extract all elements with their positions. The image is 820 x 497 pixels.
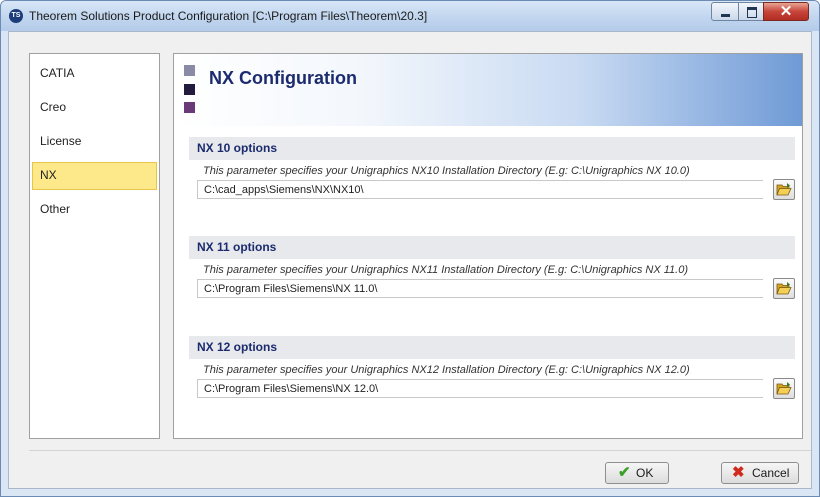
section-description: This parameter specifies your Unigraphic… <box>203 264 689 276</box>
ok-button[interactable]: ✔ OK <box>605 462 669 484</box>
sidebar-item-nx[interactable]: NX <box>32 162 157 190</box>
sidebar-item-other[interactable]: Other <box>32 196 157 224</box>
footer-divider <box>29 450 811 451</box>
nx11-section: NX 11 options This parameter specifies y… <box>189 236 795 299</box>
open-folder-icon <box>776 282 792 295</box>
cancel-button[interactable]: ✖ Cancel <box>721 462 799 484</box>
close-icon: ✕ <box>779 3 793 20</box>
configuration-panel: NX Configuration NX 10 options This para… <box>173 53 803 439</box>
page-title: NX Configuration <box>209 68 357 88</box>
path-row <box>197 378 795 399</box>
nx11-browse-button[interactable] <box>773 278 795 299</box>
nx10-path-input[interactable] <box>197 180 763 199</box>
cancel-x-icon: ✖ <box>732 464 745 481</box>
cancel-label: Cancel <box>752 466 790 480</box>
maximize-button[interactable] <box>738 2 764 21</box>
path-row <box>197 278 795 299</box>
open-folder-icon <box>776 183 792 196</box>
section-description: This parameter specifies your Unigraphic… <box>203 364 690 376</box>
header-square-icon <box>184 65 195 76</box>
theorem-logo-icon: TS <box>9 9 23 23</box>
header-square-icon <box>184 84 195 95</box>
app-window: TS Theorem Solutions Product Configurati… <box>0 0 820 497</box>
window-title: Theorem Solutions Product Configuration … <box>29 9 428 23</box>
dialog-body: CATIA Creo License NX Other NX Configura… <box>8 31 812 489</box>
sidebar-item-creo[interactable]: Creo <box>32 94 157 122</box>
open-folder-icon <box>776 382 792 395</box>
sidebar-item-catia[interactable]: CATIA <box>32 60 157 88</box>
nx12-path-input[interactable] <box>197 379 763 398</box>
panel-header: NX Configuration <box>174 54 802 126</box>
section-heading: NX 12 options <box>189 336 795 359</box>
nx10-section: NX 10 options This parameter specifies y… <box>189 137 795 200</box>
product-list: CATIA Creo License NX Other <box>29 53 160 439</box>
checkmark-icon: ✔ <box>618 464 631 481</box>
nx12-browse-button[interactable] <box>773 378 795 399</box>
section-description: This parameter specifies your Unigraphic… <box>203 165 690 177</box>
section-heading: NX 10 options <box>189 137 795 160</box>
nx10-browse-button[interactable] <box>773 179 795 200</box>
title-bar[interactable]: TS Theorem Solutions Product Configurati… <box>1 1 819 31</box>
ok-label: OK <box>636 466 654 480</box>
close-window-button[interactable]: ✕ <box>763 2 809 21</box>
minimize-button[interactable] <box>711 2 739 21</box>
sidebar-item-license[interactable]: License <box>32 128 157 156</box>
path-row <box>197 179 795 200</box>
nx11-path-input[interactable] <box>197 279 763 298</box>
section-heading: NX 11 options <box>189 236 795 259</box>
header-square-icon <box>184 102 195 113</box>
nx12-section: NX 12 options This parameter specifies y… <box>189 336 795 399</box>
